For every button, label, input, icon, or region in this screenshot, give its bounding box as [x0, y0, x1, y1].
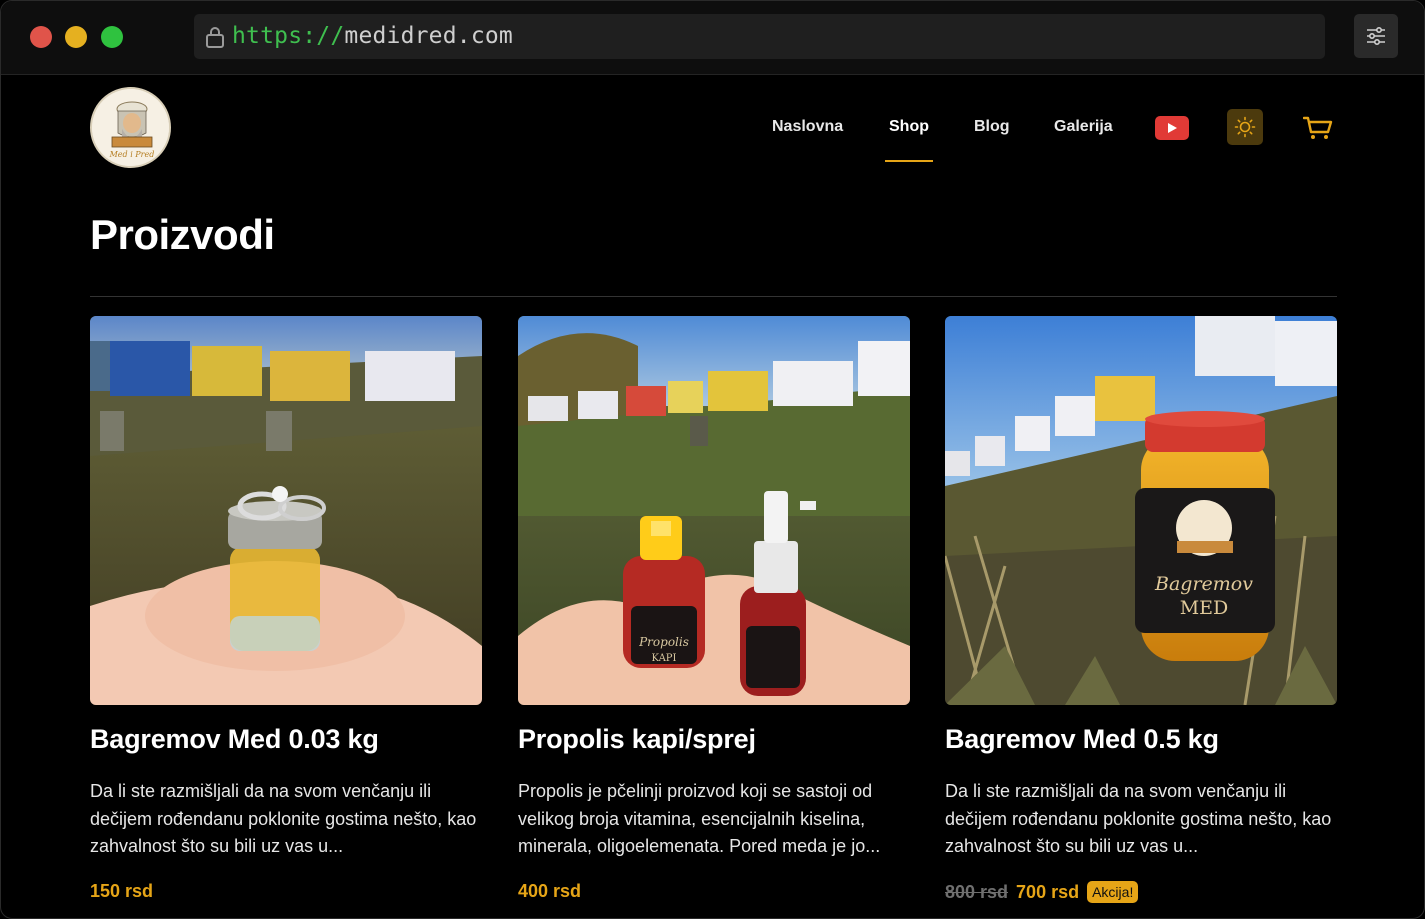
propolis-label-text: Propolis — [638, 635, 689, 649]
propolis-photo: Propolis KAPI — [518, 316, 910, 705]
minimize-window-button[interactable] — [65, 26, 87, 48]
url-text: https://medidred.com — [232, 23, 513, 49]
product-title[interactable]: Propolis kapi/sprej — [518, 724, 756, 755]
beekeeper-logo-icon: Med i Pred — [92, 89, 169, 166]
product-title[interactable]: Bagremov Med 0.5 kg — [945, 724, 1219, 755]
maximize-window-button[interactable] — [101, 26, 123, 48]
site-logo[interactable]: Med i Pred — [90, 87, 171, 168]
product-card[interactable]: Bagremov Med 0.03 kg Da li ste razmišlja… — [90, 316, 482, 901]
honey-jar-large-photo: Bagremov MED — [945, 316, 1337, 705]
nav-naslovna[interactable]: Naslovna — [772, 118, 843, 140]
product-image[interactable] — [90, 316, 482, 705]
sale-badge: Akcija! — [1087, 881, 1139, 903]
honey-jar-small-photo — [90, 316, 482, 705]
product-image[interactable]: Propolis KAPI — [518, 316, 910, 705]
browser-settings-button[interactable] — [1354, 14, 1398, 58]
product-title[interactable]: Bagremov Med 0.03 kg — [90, 724, 379, 755]
price-row: 800 rsd 700 rsd Akcija! — [945, 881, 1139, 903]
title-divider — [90, 296, 1337, 297]
browser-toolbar: https://medidred.com — [1, 1, 1424, 75]
product-description: Da li ste razmišljali da na svom venčanj… — [90, 781, 477, 856]
product-old-price: 800 rsd — [945, 881, 1009, 902]
sun-icon — [1234, 116, 1256, 138]
product-description: Propolis je pčelinji proizvod koji se sa… — [518, 781, 881, 856]
logo-text: Med i Pred — [109, 150, 155, 159]
browser-window: https://medidred.com Med i Pred Naslovna — [0, 0, 1425, 919]
nav-galerija[interactable]: Galerija — [1054, 118, 1113, 140]
sliders-icon — [1367, 27, 1385, 45]
product-description: Da li ste razmišljali da na svom venčanj… — [945, 781, 1332, 856]
url-host: medidred.com — [344, 23, 513, 49]
jar-label-bagremov: Bagremov — [1154, 573, 1253, 595]
nav-blog[interactable]: Blog — [974, 118, 1010, 140]
address-bar[interactable]: https://medidred.com — [194, 14, 1325, 59]
jar-label-med: MED — [1180, 597, 1229, 619]
product-card[interactable]: Bagremov MED Bagremov Med 0.5 kg Da li s… — [945, 316, 1337, 903]
youtube-icon — [1168, 123, 1177, 133]
close-window-button[interactable] — [30, 26, 52, 48]
product-price: 700 rsd — [1016, 881, 1080, 902]
cart-icon[interactable] — [1303, 115, 1333, 141]
nav-shop[interactable]: Shop — [889, 118, 929, 140]
nav-active-indicator — [885, 160, 933, 162]
product-image[interactable]: Bagremov MED — [945, 316, 1337, 705]
product-card[interactable]: Propolis KAPI Propolis kapi/sprej Propol… — [518, 316, 910, 901]
kapi-label-text: KAPI — [652, 653, 677, 664]
lock-icon — [206, 27, 224, 48]
url-scheme: https:// — [232, 23, 345, 49]
price-row: 150 rsd — [90, 881, 153, 902]
youtube-link[interactable] — [1155, 116, 1189, 140]
theme-toggle-button[interactable] — [1227, 109, 1263, 145]
price-row: 400 rsd — [518, 881, 581, 902]
page-title: Proizvodi — [90, 211, 275, 258]
product-price: 150 rsd — [90, 881, 154, 901]
product-price: 400 rsd — [518, 881, 582, 901]
